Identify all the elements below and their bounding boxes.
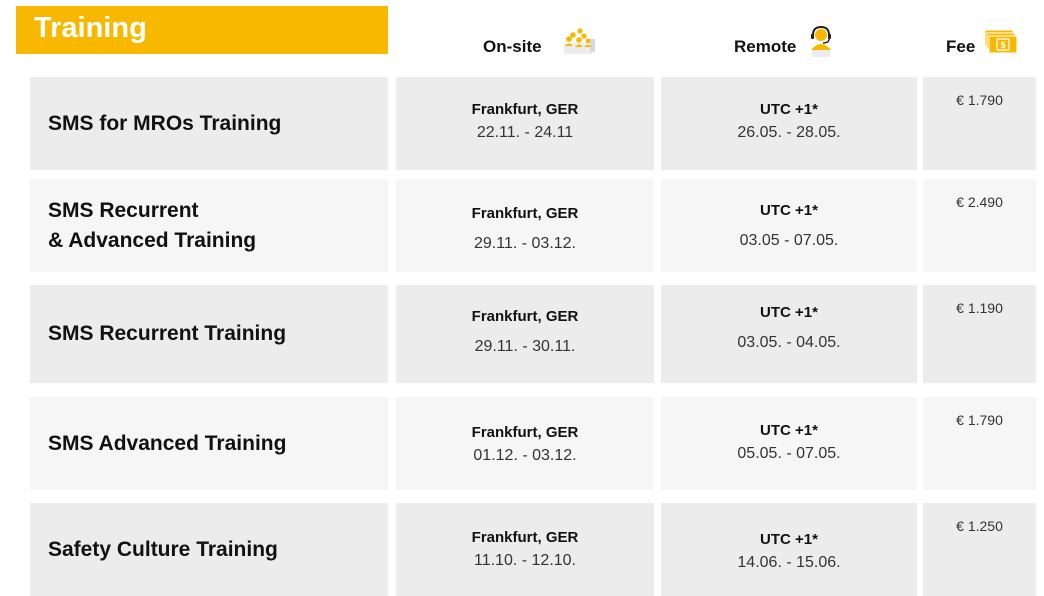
onsite-cell: Frankfurt, GER 22.11. - 24.11	[396, 77, 654, 170]
onsite-location: Frankfurt, GER	[471, 308, 579, 325]
remote-cell: UTC +1* 03.05 - 07.05.	[661, 179, 917, 272]
page-title: Training	[34, 12, 147, 44]
remote-timezone: UTC +1*	[760, 422, 818, 439]
training-name: SMS Recurrent Training	[30, 285, 388, 383]
onsite-cell: Frankfurt, GER 01.12. - 03.12.	[396, 397, 654, 490]
fee-value: € 2.490	[956, 194, 1003, 210]
table-row: SMS Recurrent & Advanced Training Frankf…	[30, 179, 1036, 272]
remote-cell: UTC +1* 03.05. - 04.05.	[661, 285, 917, 383]
remote-dates: 03.05 - 07.05.	[739, 232, 839, 249]
fee-cell: € 1.790	[923, 77, 1036, 170]
table-row: SMS for MROs Training Frankfurt, GER 22.…	[30, 77, 1036, 170]
headset-operator-icon	[808, 26, 834, 58]
fee-value: € 1.250	[956, 518, 1003, 534]
remote-timezone: UTC +1*	[760, 202, 818, 219]
column-header-fee: Fee $	[946, 22, 1019, 62]
table-row: SMS Recurrent Training Frankfurt, GER 29…	[30, 285, 1036, 383]
remote-cell: UTC +1* 05.05. - 07.05.	[661, 397, 917, 490]
fee-value: € 1.190	[956, 300, 1003, 316]
column-header-remote-label: Remote	[734, 37, 797, 56]
training-name: Safety Culture Training	[30, 503, 388, 596]
onsite-dates: 29.11. - 30.11.	[474, 338, 576, 355]
fee-cell: € 1.790	[923, 397, 1036, 490]
remote-timezone: UTC +1*	[760, 531, 818, 548]
fee-cell: € 1.190	[923, 285, 1036, 383]
remote-timezone: UTC +1*	[760, 304, 818, 321]
column-header-remote: Remote	[734, 22, 834, 62]
remote-dates: 26.05. - 28.05.	[737, 124, 841, 141]
fee-value: € 1.790	[956, 92, 1003, 108]
table-row: SMS Advanced Training Frankfurt, GER 01.…	[30, 397, 1036, 490]
svg-text:$: $	[1001, 40, 1006, 50]
table-row: Safety Culture Training Frankfurt, GER 1…	[30, 503, 1036, 596]
training-name: SMS Recurrent & Advanced Training	[30, 179, 388, 272]
onsite-location: Frankfurt, GER	[471, 101, 579, 118]
onsite-location: Frankfurt, GER	[471, 205, 579, 222]
training-title-banner: Training	[16, 6, 388, 54]
remote-dates: 05.05. - 07.05.	[737, 445, 841, 462]
training-name: SMS for MROs Training	[30, 77, 388, 170]
onsite-dates: 11.10. - 12.10.	[474, 552, 576, 569]
onsite-location: Frankfurt, GER	[471, 529, 579, 546]
onsite-dates: 29.11. - 03.12.	[474, 235, 576, 252]
onsite-cell: Frankfurt, GER 29.11. - 30.11.	[396, 285, 654, 383]
column-header-onsite: On-site	[483, 22, 598, 62]
remote-timezone: UTC +1*	[760, 101, 818, 118]
money-bills-icon: $	[983, 28, 1019, 56]
onsite-dates: 01.12. - 03.12.	[473, 447, 577, 464]
fee-cell: € 2.490	[923, 179, 1036, 272]
remote-cell: UTC +1* 26.05. - 28.05.	[661, 77, 917, 170]
onsite-location: Frankfurt, GER	[471, 424, 579, 441]
onsite-dates: 22.11. - 24.11	[476, 124, 574, 141]
remote-dates: 14.06. - 15.06.	[737, 554, 841, 571]
onsite-cell: Frankfurt, GER 29.11. - 03.12.	[396, 179, 654, 272]
onsite-cell: Frankfurt, GER 11.10. - 12.10.	[396, 503, 654, 596]
training-name: SMS Advanced Training	[30, 397, 388, 490]
fee-cell: € 1.250	[923, 503, 1036, 596]
remote-dates: 03.05. - 04.05.	[737, 334, 841, 351]
remote-cell: UTC +1* 14.06. - 15.06.	[661, 503, 917, 596]
fee-value: € 1.790	[956, 412, 1003, 428]
column-header-onsite-label: On-site	[483, 37, 542, 56]
group-of-people-icon	[562, 27, 598, 57]
column-header-fee-label: Fee	[946, 37, 976, 56]
